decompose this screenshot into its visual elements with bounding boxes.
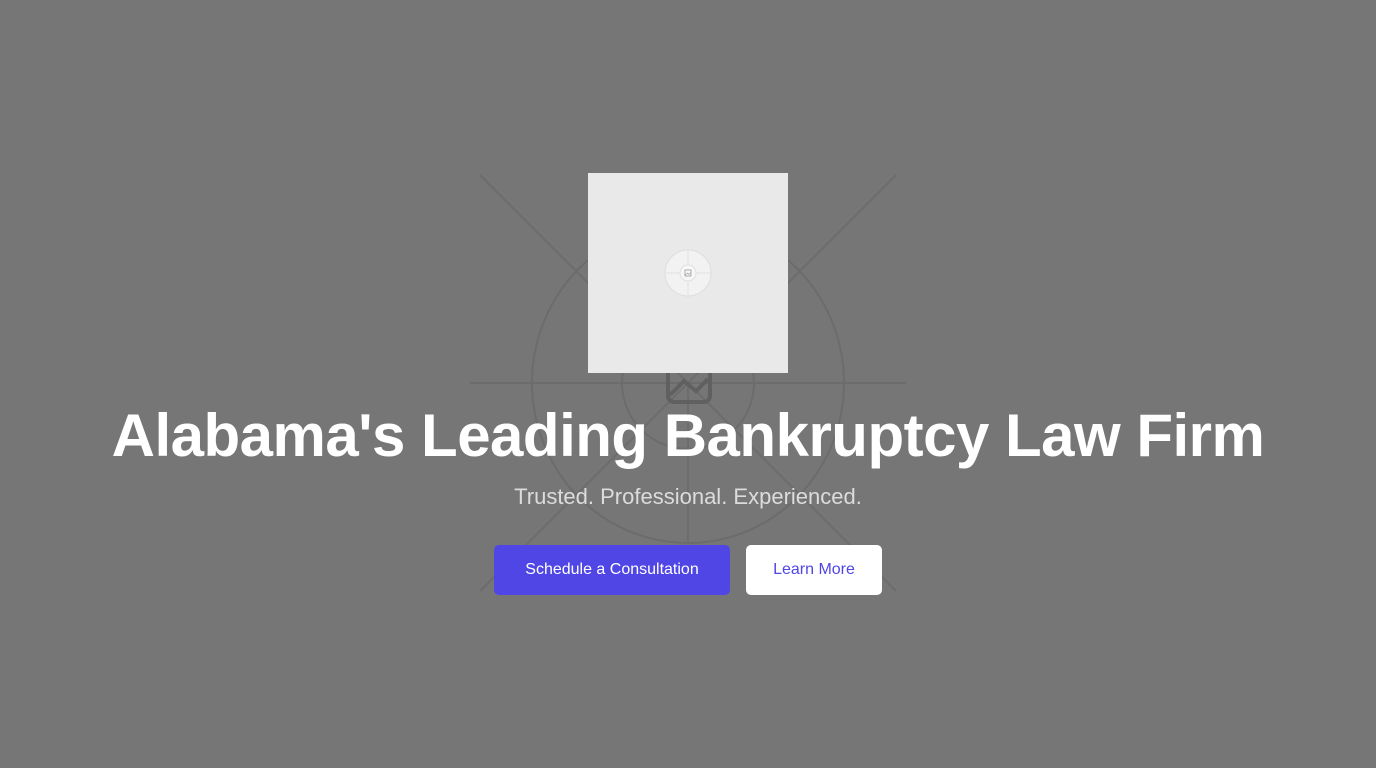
- background-image-placeholder: [470, 174, 906, 592]
- learn-more-button[interactable]: Learn More: [746, 545, 882, 595]
- logo-image-placeholder: [588, 173, 788, 373]
- hero-headline: Alabama's Leading Bankruptcy Law Firm: [111, 402, 1265, 469]
- hero-section: Alabama's Leading Bankruptcy Law Firm Tr…: [0, 0, 1376, 768]
- image-placeholder-icon: [664, 249, 712, 297]
- hero-tagline: Trusted. Professional. Experienced.: [514, 484, 862, 509]
- schedule-consultation-button[interactable]: Schedule a Consultation: [494, 545, 730, 595]
